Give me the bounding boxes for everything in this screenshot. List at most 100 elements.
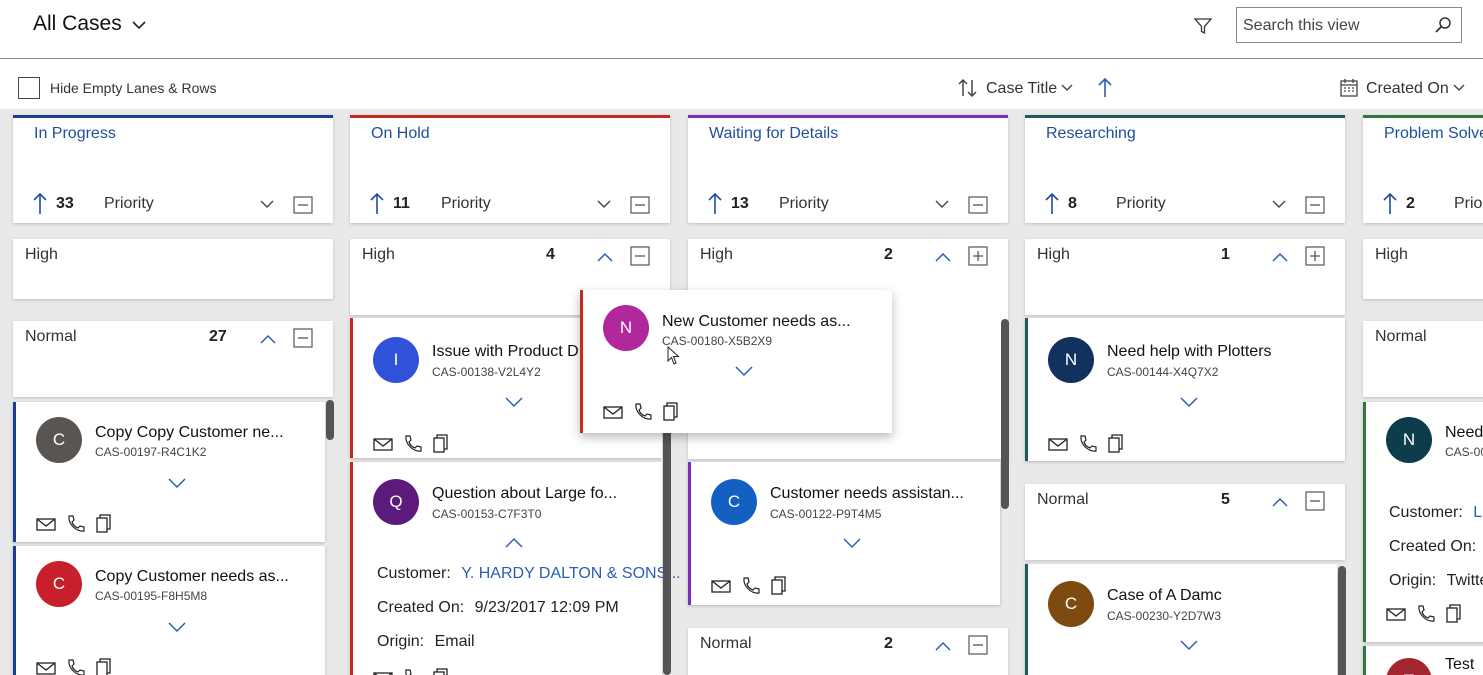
- lane-sort-label[interactable]: Priority: [779, 195, 829, 213]
- filter-icon[interactable]: [1193, 16, 1213, 36]
- sort-field-label[interactable]: Case Title: [986, 80, 1057, 98]
- lane-sort-label[interactable]: Priority: [104, 195, 154, 213]
- case-title[interactable]: Issue with Product D: [432, 343, 582, 361]
- case-card[interactable]: C Case of A Damc CAS-00230-Y2D7W3: [1025, 564, 1337, 675]
- lane-sort-label[interactable]: Priority: [1116, 195, 1166, 213]
- chevron-up-icon[interactable]: [504, 536, 524, 550]
- chevron-up-icon[interactable]: [596, 251, 614, 263]
- arrow-up-icon[interactable]: [708, 192, 722, 216]
- phone-icon[interactable]: [1077, 434, 1097, 454]
- phone-icon[interactable]: [65, 658, 85, 675]
- document-icon[interactable]: [1106, 434, 1126, 454]
- case-card[interactable]: N Need help with Plotters CAS-00144-X4Q7…: [1025, 318, 1345, 461]
- case-card[interactable]: Q Question about Large fo... CAS-00153-C…: [350, 462, 681, 675]
- document-icon[interactable]: [94, 514, 114, 534]
- chevron-down-icon[interactable]: [1179, 395, 1199, 409]
- chevron-up-icon[interactable]: [934, 640, 952, 652]
- calendar-icon[interactable]: [1339, 78, 1359, 98]
- collapse-icon[interactable]: [968, 196, 988, 214]
- collapse-icon[interactable]: [968, 635, 988, 655]
- arrow-up-icon[interactable]: [370, 192, 384, 216]
- created-on-label[interactable]: Created On: [1366, 80, 1449, 98]
- customer-link[interactable]: L.: [1473, 504, 1483, 521]
- case-card[interactable]: N Need CAS-00 Customer: L. Created On: S…: [1363, 402, 1483, 642]
- collapse-icon[interactable]: [630, 246, 650, 266]
- phone-icon[interactable]: [740, 576, 760, 596]
- search-input[interactable]: [1243, 17, 1423, 35]
- case-title[interactable]: Need: [1445, 424, 1483, 442]
- chevron-up-icon[interactable]: [1271, 251, 1289, 263]
- email-icon[interactable]: [373, 668, 393, 675]
- chevron-down-icon[interactable]: [1271, 196, 1287, 212]
- case-card[interactable]: T Test: [1363, 646, 1483, 675]
- lane-sort-label[interactable]: Priority: [1454, 195, 1483, 213]
- sort-ascending-icon[interactable]: [1097, 77, 1113, 99]
- phone-icon[interactable]: [1415, 604, 1435, 624]
- chevron-down-icon[interactable]: [934, 196, 950, 212]
- chevron-up-icon[interactable]: [1271, 496, 1289, 508]
- document-icon[interactable]: [661, 402, 681, 422]
- phone-icon[interactable]: [632, 402, 652, 422]
- chevron-up-icon[interactable]: [259, 333, 277, 345]
- document-icon[interactable]: [769, 576, 789, 596]
- chevron-down-icon[interactable]: [504, 395, 524, 409]
- chevron-down-icon[interactable]: [596, 196, 612, 212]
- case-title[interactable]: Test: [1445, 656, 1474, 674]
- case-title[interactable]: Question about Large fo...: [432, 485, 657, 503]
- case-title[interactable]: Copy Copy Customer ne...: [95, 424, 320, 442]
- arrow-up-icon[interactable]: [1045, 192, 1059, 216]
- document-icon[interactable]: [1444, 604, 1464, 624]
- dragged-case-card[interactable]: N New Customer needs as... CAS-00180-X5B…: [580, 290, 892, 433]
- expand-icon[interactable]: [968, 246, 988, 266]
- email-icon[interactable]: [1386, 604, 1406, 624]
- customer-link[interactable]: Y. HARDY DALTON & SONS...: [461, 565, 680, 582]
- case-title[interactable]: Need help with Plotters: [1107, 343, 1342, 361]
- view-title[interactable]: All Cases: [33, 12, 122, 36]
- chevron-down-icon[interactable]: [131, 17, 147, 33]
- case-title[interactable]: Customer needs assistan...: [770, 485, 995, 503]
- case-title[interactable]: New Customer needs as...: [662, 313, 887, 331]
- chevron-down-icon[interactable]: [842, 536, 862, 550]
- scrollbar[interactable]: [1001, 319, 1009, 509]
- email-icon[interactable]: [373, 434, 393, 454]
- email-icon[interactable]: [711, 576, 731, 596]
- chevron-down-icon[interactable]: [1060, 81, 1074, 95]
- chevron-down-icon[interactable]: [1179, 638, 1199, 652]
- chevron-up-icon[interactable]: [934, 251, 952, 263]
- scrollbar[interactable]: [326, 400, 334, 440]
- collapse-icon[interactable]: [293, 328, 313, 348]
- email-icon[interactable]: [1048, 434, 1068, 454]
- scrollbar[interactable]: [663, 425, 671, 675]
- collapse-icon[interactable]: [630, 196, 650, 214]
- chevron-down-icon[interactable]: [167, 476, 187, 490]
- phone-icon[interactable]: [402, 434, 422, 454]
- document-icon[interactable]: [431, 434, 451, 454]
- chevron-down-icon[interactable]: [1452, 81, 1466, 95]
- email-icon[interactable]: [36, 514, 56, 534]
- lane-sort-label[interactable]: Priority: [441, 195, 491, 213]
- email-icon[interactable]: [36, 658, 56, 675]
- case-card[interactable]: C Copy Copy Customer ne... CAS-00197-R4C…: [13, 402, 325, 542]
- expand-icon[interactable]: [1305, 246, 1325, 266]
- email-icon[interactable]: [603, 402, 623, 422]
- phone-icon[interactable]: [65, 514, 85, 534]
- phone-icon[interactable]: [402, 668, 422, 675]
- chevron-down-icon[interactable]: [259, 196, 275, 212]
- search-icon[interactable]: [1433, 15, 1453, 35]
- arrow-up-icon[interactable]: [1383, 192, 1397, 216]
- document-icon[interactable]: [431, 668, 451, 675]
- case-card[interactable]: C Customer needs assistan... CAS-00122-P…: [688, 462, 1000, 605]
- case-card[interactable]: C Copy Customer needs as... CAS-00195-F8…: [13, 546, 325, 675]
- sort-icon[interactable]: [957, 77, 979, 99]
- collapse-icon[interactable]: [293, 196, 313, 214]
- arrow-up-icon[interactable]: [33, 192, 47, 216]
- collapse-icon[interactable]: [1305, 491, 1325, 511]
- case-title[interactable]: Copy Customer needs as...: [95, 568, 320, 586]
- document-icon[interactable]: [94, 658, 114, 675]
- case-title[interactable]: Case of A Damc: [1107, 587, 1332, 605]
- hide-empty-label[interactable]: Hide Empty Lanes & Rows: [50, 80, 217, 96]
- hide-empty-checkbox[interactable]: [18, 77, 40, 99]
- scrollbar[interactable]: [1338, 566, 1346, 675]
- chevron-down-icon[interactable]: [167, 620, 187, 634]
- collapse-icon[interactable]: [1305, 196, 1325, 214]
